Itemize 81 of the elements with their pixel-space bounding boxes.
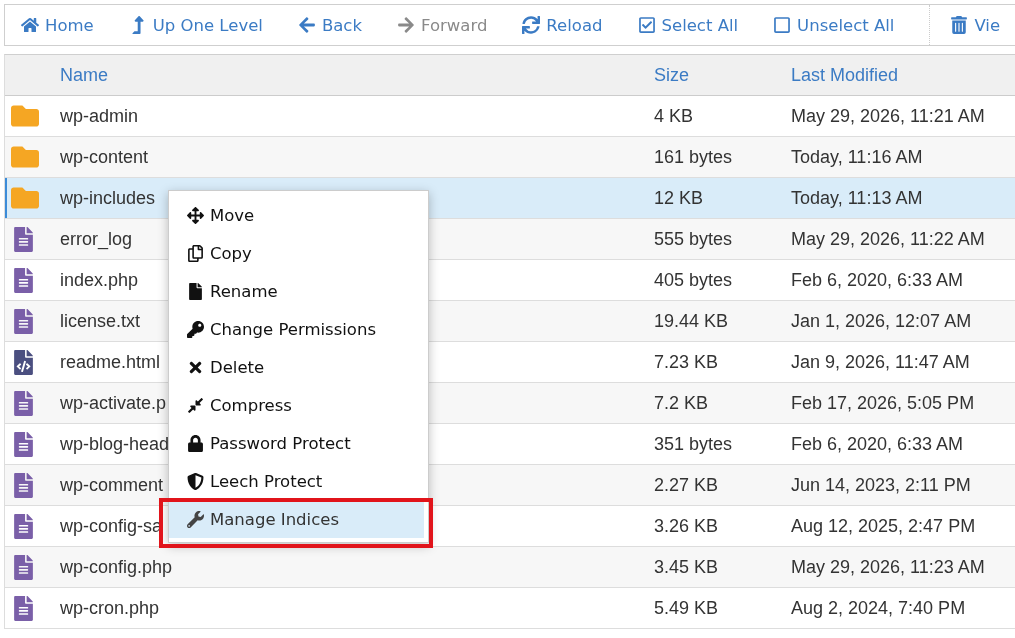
- document-icon: [11, 390, 36, 416]
- document-icon: [11, 513, 36, 539]
- modified-date: Jun 14, 2023, 2:11 PM: [791, 474, 971, 496]
- toolbar-button[interactable]: Home: [21, 5, 94, 45]
- toolbar-button[interactable]: Back: [297, 5, 362, 45]
- file-size: 405 bytes: [654, 269, 733, 291]
- file-row[interactable]: wp-config.php 3.45 KB May 29, 2026, 11:23 AM: [5, 547, 1015, 588]
- file-size: 3.26 KB: [654, 515, 719, 537]
- file-size: 3.45 KB: [654, 556, 719, 578]
- menu-item[interactable]: Compress: [169, 386, 424, 424]
- column-header[interactable]: Name: [60, 64, 654, 86]
- file-name: wp-comment: [60, 474, 164, 496]
- toolbar-button[interactable]: Up One Level: [128, 5, 263, 45]
- file-name: wp-admin: [60, 105, 139, 127]
- file-name: wp-config-sa: [60, 515, 163, 537]
- menu-item[interactable]: Manage Indices: [169, 500, 424, 538]
- file-name: license.txt: [60, 310, 141, 332]
- file-size: 4 KB: [654, 105, 694, 127]
- document-icon: [11, 226, 36, 252]
- reload-icon: [522, 16, 541, 34]
- modified-date: May 29, 2026, 11:23 AM: [791, 556, 985, 578]
- checked-box-icon: [637, 16, 656, 34]
- file-icon: [187, 282, 204, 300]
- file-size: 351 bytes: [654, 433, 733, 455]
- trash-icon: [950, 16, 969, 34]
- shield-icon: [187, 472, 204, 490]
- file-name: index.php: [60, 269, 139, 291]
- key-icon: [187, 320, 204, 338]
- document-icon: [11, 431, 36, 457]
- file-size: 12 KB: [654, 187, 704, 209]
- copy-icon: [187, 244, 204, 262]
- toolbar-button[interactable]: Reload: [522, 5, 603, 45]
- four-arrows-icon: [187, 206, 204, 224]
- compress-icon: [187, 396, 204, 414]
- document-icon: [11, 595, 36, 621]
- menu-item[interactable]: Delete: [169, 348, 424, 386]
- modified-date: Aug 12, 2025, 2:47 PM: [791, 515, 976, 537]
- file-name: wp-includes: [60, 187, 156, 209]
- left-arrow-icon: [297, 16, 316, 34]
- file-row[interactable]: wp-content 161 bytes Today, 11:16 AM: [5, 137, 1015, 178]
- modified-date: Feb 17, 2026, 5:05 PM: [791, 392, 975, 414]
- modified-date: May 29, 2026, 11:22 AM: [791, 228, 985, 250]
- column-header[interactable]: Last Modified: [791, 64, 1015, 86]
- toolbar-button[interactable]: Vie: [929, 5, 1001, 45]
- wrench-icon: [187, 510, 204, 528]
- right-arrow-icon: [397, 16, 415, 34]
- document-icon: [11, 472, 36, 498]
- file-name: error_log: [60, 228, 133, 250]
- file-name: wp-config.php: [60, 556, 173, 578]
- file-name: readme.html: [60, 351, 161, 373]
- document-icon: [11, 308, 36, 334]
- modified-date: Feb 6, 2020, 6:33 AM: [791, 433, 964, 455]
- home-icon: [21, 16, 39, 34]
- menu-item[interactable]: Leech Protect: [169, 462, 424, 500]
- file-name: wp-blog-head: [60, 433, 170, 455]
- modified-date: Jan 1, 2026, 12:07 AM: [791, 310, 972, 332]
- file-name: wp-activate.p: [60, 392, 167, 414]
- modified-date: Feb 6, 2020, 6:33 AM: [791, 269, 964, 291]
- document-icon: [11, 554, 36, 580]
- modified-date: May 29, 2026, 11:21 AM: [791, 105, 985, 127]
- file-size: 7.2 KB: [654, 392, 709, 414]
- file-name: wp-content: [60, 146, 149, 168]
- file-size: 19.44 KB: [654, 310, 729, 332]
- toolbar-button[interactable]: Unselect All: [773, 5, 895, 45]
- file-size: 161 bytes: [654, 146, 733, 168]
- file-size: 555 bytes: [654, 228, 733, 250]
- modified-date: Aug 2, 2024, 7:40 PM: [791, 597, 966, 619]
- file-name: wp-cron.php: [60, 597, 160, 619]
- modified-date: Today, 11:13 AM: [791, 187, 923, 209]
- modified-date: Jan 9, 2026, 11:47 AM: [791, 351, 970, 373]
- file-size: 7.23 KB: [654, 351, 719, 373]
- empty-box-icon: [773, 16, 792, 34]
- lock-icon: [187, 434, 204, 452]
- code-file-icon: [11, 349, 36, 375]
- toolbar-button[interactable]: Select All: [637, 5, 739, 45]
- modified-date: Today, 11:16 AM: [791, 146, 923, 168]
- file-size: 5.49 KB: [654, 597, 719, 619]
- file-size: 2.27 KB: [654, 474, 719, 496]
- document-icon: [11, 267, 36, 293]
- menu-item[interactable]: Password Protect: [169, 424, 424, 462]
- column-header[interactable]: Size: [654, 64, 791, 86]
